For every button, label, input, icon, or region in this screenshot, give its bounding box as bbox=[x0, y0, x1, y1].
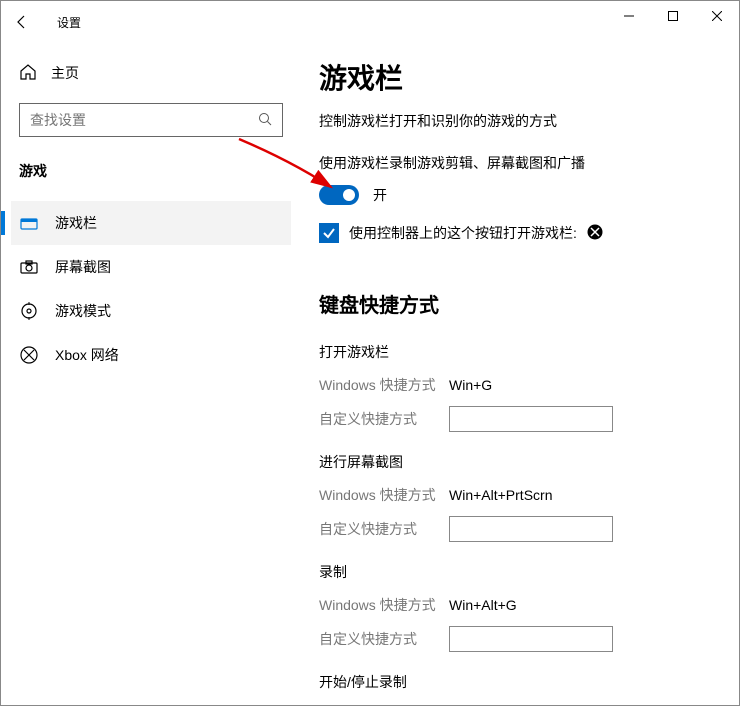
controller-checkbox[interactable] bbox=[319, 223, 339, 243]
custom-shortcut-input[interactable] bbox=[449, 626, 613, 652]
sidebar-item-label: 游戏栏 bbox=[55, 213, 97, 233]
shortcut-group: 开始/停止录制Windows 快捷方式Win+Alt+R自定义快捷方式 bbox=[319, 672, 719, 705]
shortcuts-heading: 键盘快捷方式 bbox=[319, 289, 719, 318]
shortcut-group: 打开游戏栏 Windows 快捷方式Win+G自定义快捷方式 bbox=[319, 342, 719, 436]
windows-shortcut-label: Windows 快捷方式 bbox=[319, 485, 449, 505]
shortcut-group-title: 录制 bbox=[319, 562, 719, 582]
windows-shortcut-label: Windows 快捷方式 bbox=[319, 595, 449, 615]
sidebar-item-captures[interactable]: 屏幕截图 bbox=[11, 245, 291, 289]
custom-shortcut-input[interactable] bbox=[449, 516, 613, 542]
checkbox-label: 使用控制器上的这个按钮打开游戏栏: bbox=[349, 223, 577, 243]
custom-shortcut-label: 自定义快捷方式 bbox=[319, 629, 449, 649]
search-icon bbox=[258, 112, 272, 129]
windows-shortcut-value: Win+Alt+PrtScrn bbox=[449, 487, 552, 503]
captures-icon bbox=[19, 257, 39, 277]
page-title: 游戏栏 bbox=[319, 57, 719, 97]
xbox-icon bbox=[19, 345, 39, 365]
shortcut-group-title: 打开游戏栏 bbox=[319, 342, 719, 362]
window-title: 设置 bbox=[57, 14, 81, 31]
toggle-description: 使用游戏栏录制游戏剪辑、屏幕截图和广播 bbox=[319, 153, 719, 173]
home-nav[interactable]: 主页 bbox=[11, 53, 291, 93]
sidebar: 主页 游戏 游戏栏 屏幕截图 游戏模式 bbox=[1, 43, 301, 705]
game-bar-icon bbox=[19, 213, 39, 233]
sidebar-item-label: Xbox 网络 bbox=[55, 345, 119, 365]
shortcut-group-title: 开始/停止录制 bbox=[319, 672, 719, 692]
shortcut-group-title: 进行屏幕截图 bbox=[319, 452, 719, 472]
page-description: 控制游戏栏打开和识别你的游戏的方式 bbox=[319, 111, 719, 131]
windows-shortcut-value: Win+Alt+G bbox=[449, 597, 517, 613]
content-pane: 游戏栏 控制游戏栏打开和识别你的游戏的方式 使用游戏栏录制游戏剪辑、屏幕截图和广… bbox=[301, 43, 739, 705]
custom-shortcut-label: 自定义快捷方式 bbox=[319, 519, 449, 539]
search-box[interactable] bbox=[19, 103, 283, 137]
maximize-button[interactable] bbox=[651, 1, 695, 31]
xbox-button-icon bbox=[587, 224, 603, 243]
sidebar-item-game-bar[interactable]: 游戏栏 bbox=[11, 201, 291, 245]
custom-shortcut-label: 自定义快捷方式 bbox=[319, 409, 449, 429]
sidebar-item-game-mode[interactable]: 游戏模式 bbox=[11, 289, 291, 333]
toggle-state-label: 开 bbox=[373, 185, 387, 205]
window-controls bbox=[607, 1, 739, 31]
sidebar-item-xbox-networking[interactable]: Xbox 网络 bbox=[11, 333, 291, 377]
windows-shortcut-label: Windows 快捷方式 bbox=[319, 375, 449, 395]
home-icon bbox=[19, 63, 37, 84]
category-header: 游戏 bbox=[11, 155, 291, 201]
sidebar-item-label: 游戏模式 bbox=[55, 301, 111, 321]
home-label: 主页 bbox=[51, 63, 79, 83]
sidebar-item-label: 屏幕截图 bbox=[55, 257, 111, 277]
titlebar: 设置 bbox=[1, 1, 739, 43]
back-button[interactable] bbox=[1, 1, 43, 43]
shortcut-group: 进行屏幕截图 Windows 快捷方式Win+Alt+PrtScrn自定义快捷方式 bbox=[319, 452, 719, 546]
search-input[interactable] bbox=[30, 112, 258, 128]
shortcut-group: 录制 Windows 快捷方式Win+Alt+G自定义快捷方式 bbox=[319, 562, 719, 656]
custom-shortcut-input[interactable] bbox=[449, 406, 613, 432]
game-mode-icon bbox=[19, 301, 39, 321]
minimize-button[interactable] bbox=[607, 1, 651, 31]
close-button[interactable] bbox=[695, 1, 739, 31]
windows-shortcut-value: Win+G bbox=[449, 377, 492, 393]
game-bar-toggle[interactable] bbox=[319, 185, 359, 205]
